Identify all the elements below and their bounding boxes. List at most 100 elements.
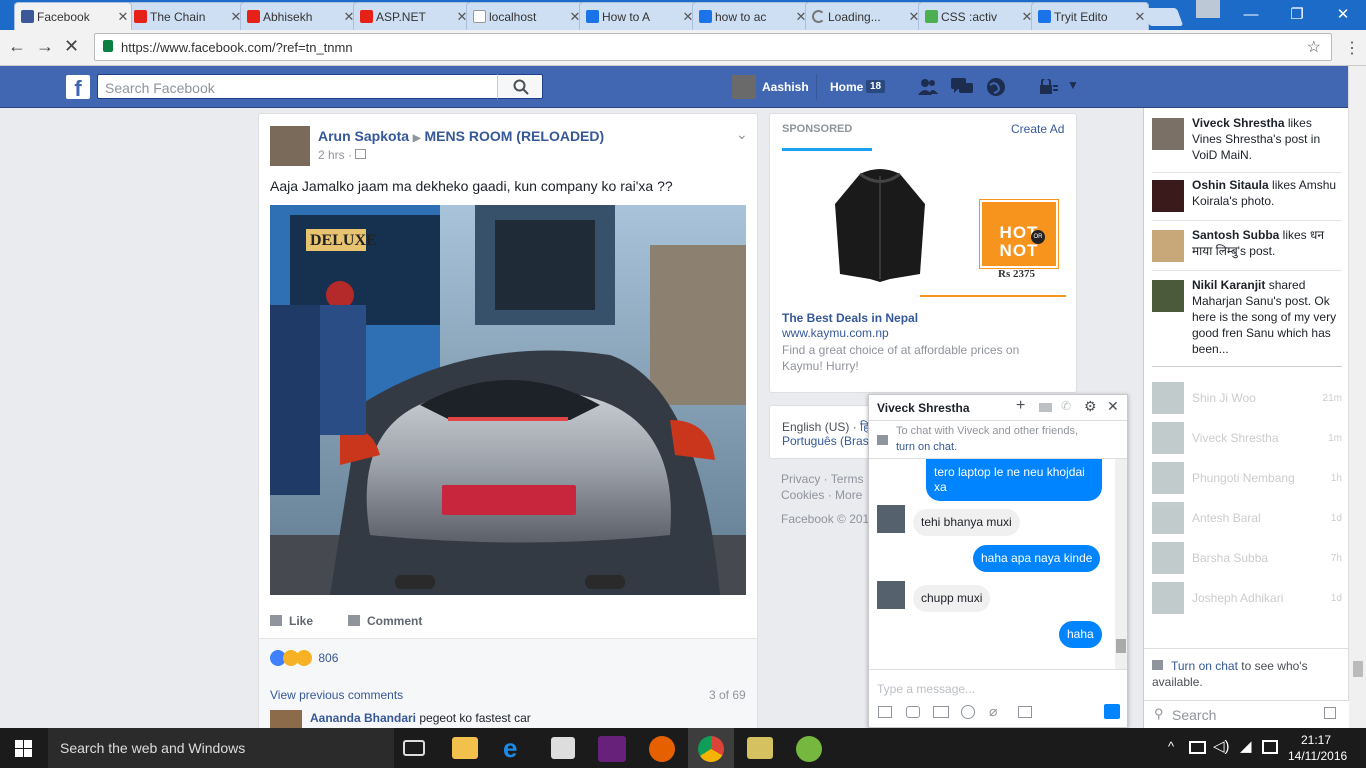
account-menu-icon[interactable]: ▼ [1067, 78, 1079, 92]
taskbar-search-box[interactable]: Search the web and Windows [48, 728, 394, 768]
compose-icon[interactable] [1324, 707, 1336, 719]
video-call-icon[interactable] [1039, 403, 1052, 412]
chat-title[interactable]: Viveck Shrestha [877, 401, 970, 415]
ad-title[interactable]: The Best Deals in Nepal [782, 311, 918, 325]
messages-icon[interactable] [951, 78, 973, 96]
close-tab-icon[interactable]: ✕ [115, 9, 131, 25]
emoji-icon[interactable] [961, 705, 975, 719]
home-link[interactable]: Home [830, 80, 863, 94]
gear-icon[interactable]: ⚙ [1084, 398, 1097, 415]
facebook-logo-icon[interactable]: f [66, 75, 90, 101]
view-previous-comments-link[interactable]: View previous comments [270, 688, 403, 702]
post-timestamp[interactable]: 2 hrs · [318, 148, 367, 162]
tab-how-to-a[interactable]: How to A ✕ [579, 2, 697, 30]
comment-button[interactable]: Comment [348, 614, 422, 628]
create-ad-link[interactable]: Create Ad [1011, 122, 1064, 136]
tab-aspnet[interactable]: ASP.NET ✕ [353, 2, 471, 30]
page-scrollbar[interactable] [1348, 66, 1366, 728]
minimize-button[interactable]: — [1228, 0, 1274, 28]
utorrent-icon[interactable] [796, 736, 822, 762]
friend-requests-icon[interactable] [918, 78, 938, 96]
friend-item[interactable]: Antesh Baral 1d [1152, 502, 1342, 534]
group-link[interactable]: MENS ROOM (RELOADED) [425, 128, 605, 144]
friend-item[interactable]: Shin Ji Woo 21m [1152, 382, 1342, 414]
sticker-icon[interactable] [906, 706, 920, 718]
restore-button[interactable]: ❐ [1274, 0, 1320, 28]
tab-localhost[interactable]: localhost ✕ [466, 2, 584, 30]
phone-icon[interactable]: ✆ [1061, 399, 1071, 413]
tab-facebook[interactable]: Facebook ✕ [14, 2, 132, 30]
add-friend-icon[interactable]: + [1016, 397, 1025, 415]
scrollbar-thumb[interactable] [1353, 661, 1363, 677]
friend-item[interactable]: Phungoti Nembang 1h [1152, 462, 1342, 494]
gif-icon[interactable] [933, 706, 949, 718]
visual-studio-icon[interactable] [598, 736, 626, 762]
avatar[interactable] [270, 126, 310, 166]
windows-start-icon[interactable] [15, 740, 32, 757]
footer-links-1[interactable]: Privacy · Terms [781, 472, 863, 486]
ticker-item[interactable]: Oshin Sitaula likes Amshu Koirala's phot… [1152, 177, 1342, 212]
post-photo[interactable]: DELUXE [270, 205, 746, 595]
message-input[interactable]: Type a message... [877, 682, 975, 696]
clock[interactable]: 21:17 14/11/2016 [1288, 732, 1347, 764]
ad-url[interactable]: www.kaymu.com.np [782, 326, 889, 340]
scrollbar-thumb[interactable] [1116, 639, 1126, 653]
folder-icon[interactable] [747, 737, 773, 759]
stop-icon[interactable]: ✕ [64, 36, 79, 57]
star-icon[interactable]: ☆ [1307, 37, 1321, 57]
firefox-icon[interactable] [649, 736, 675, 762]
chat-header[interactable]: Viveck Shrestha + ✆ ⚙ ✕ [869, 395, 1127, 421]
action-center-icon[interactable] [1262, 740, 1278, 754]
loading-spinner-icon [812, 10, 825, 23]
edge-icon[interactable]: e [503, 735, 527, 761]
url-input[interactable]: https://www.facebook.com/?ref=tn_tnmn ☆ [94, 33, 1332, 61]
friend-item[interactable]: Viveck Shrestha 1m [1152, 422, 1342, 454]
search-input[interactable]: Search Facebook [97, 74, 497, 99]
menu-icon[interactable]: ⋮ [1344, 38, 1360, 58]
ticker-item[interactable]: Nikil Karanjit shared Maharjan Sanu's po… [1152, 277, 1342, 357]
profile-icon[interactable] [1196, 0, 1220, 18]
chat-scrollbar[interactable] [1115, 459, 1127, 669]
chevron-up-icon[interactable]: ^ [1168, 739, 1174, 754]
tab-the-chain[interactable]: The Chain ✕ [127, 2, 245, 30]
close-window-button[interactable]: ✕ [1320, 0, 1366, 28]
attachment-icon[interactable]: ⌀ [989, 703, 997, 720]
language-link[interactable]: Português (Bras [782, 434, 869, 448]
privacy-shortcuts-icon[interactable] [1040, 79, 1058, 95]
reactions-summary[interactable]: 806 [270, 650, 338, 669]
lock-icon [103, 40, 113, 52]
like-button[interactable]: Like [270, 614, 313, 628]
profile-link[interactable]: Aashish [762, 80, 809, 94]
photo-icon[interactable] [878, 706, 892, 718]
ticker-item[interactable]: Santosh Subba likes धन माया लिम्बु's pos… [1152, 227, 1342, 262]
author-link[interactable]: Arun Sapkota [318, 128, 409, 144]
new-tab-button[interactable] [1142, 8, 1184, 26]
network-icon[interactable] [1189, 741, 1206, 754]
thumbs-up-send-icon[interactable] [1104, 704, 1120, 719]
ticker-item[interactable]: Viveck Shrestha likes Vines Shrestha's p… [1152, 115, 1342, 163]
chrome-icon[interactable] [698, 736, 724, 762]
chat-search-input[interactable]: ⚲ Search [1144, 700, 1349, 728]
tab-abhisekh[interactable]: Abhisekh ✕ [240, 2, 358, 30]
close-icon[interactable]: ✕ [1107, 398, 1119, 415]
jacket-image[interactable] [830, 164, 930, 284]
tab-tryit[interactable]: Tryit Edito ✕ [1031, 2, 1149, 30]
tab-loading[interactable]: Loading... ✕ [805, 2, 923, 30]
avatar[interactable] [732, 75, 756, 99]
back-icon[interactable]: ← [8, 36, 26, 57]
task-view-icon[interactable] [403, 740, 425, 756]
store-icon[interactable] [551, 737, 575, 759]
file-explorer-icon[interactable] [452, 737, 478, 759]
forward-icon[interactable]: → [36, 36, 54, 57]
tab-css-active[interactable]: CSS :activ ✕ [918, 2, 1036, 30]
footer-links-2[interactable]: Cookies · More [781, 488, 862, 502]
wifi-icon[interactable]: ◢ [1240, 737, 1252, 755]
post-options-icon[interactable]: ⌄ [736, 126, 748, 143]
friend-item[interactable]: Josheph Adhikari 1d [1152, 582, 1342, 614]
camera-icon[interactable] [1018, 706, 1032, 718]
tab-how-to-ac[interactable]: how to ac ✕ [692, 2, 810, 30]
search-button[interactable] [497, 74, 543, 99]
notifications-globe-icon[interactable] [986, 77, 1006, 97]
volume-icon[interactable]: ◁) [1213, 737, 1230, 755]
friend-item[interactable]: Barsha Subba 7h [1152, 542, 1342, 574]
